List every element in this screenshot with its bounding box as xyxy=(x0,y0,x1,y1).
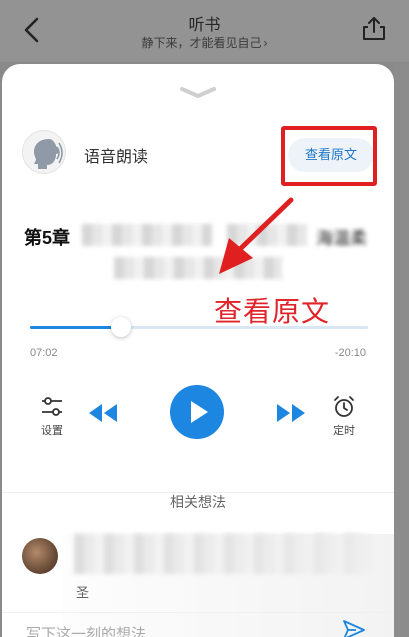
progress-fill xyxy=(30,326,122,329)
collapse-chevron-icon[interactable] xyxy=(178,84,218,100)
timer-label: 定时 xyxy=(333,425,355,437)
related-thoughts-title: 相关想法 xyxy=(170,494,226,510)
page-subtitle[interactable]: 静下来，才能看见自己 › xyxy=(0,34,409,51)
voice-avatar xyxy=(22,130,66,174)
progress-bar[interactable] xyxy=(30,326,368,329)
highlight-box xyxy=(281,126,377,186)
sliders-icon xyxy=(42,397,62,416)
chapter-title-tail: 海温柔 xyxy=(316,229,367,248)
play-button[interactable] xyxy=(170,385,224,439)
fast-forward-icon[interactable] xyxy=(276,402,306,424)
play-icon xyxy=(191,401,208,423)
subtitle-text: 静下来，才能看见自己 xyxy=(141,36,262,50)
settings-label: 设置 xyxy=(41,425,63,437)
timer-button[interactable]: 定时 xyxy=(324,394,364,438)
top-bar: 听书 静下来，才能看见自己 › xyxy=(0,0,409,62)
voice-name: 语音朗读 xyxy=(84,149,149,166)
alarm-clock-icon xyxy=(334,396,354,417)
chevron-right-icon: › xyxy=(263,36,268,50)
thought-input-placeholder: 写下这一刻的想法 xyxy=(26,626,147,637)
blurred-chapter-name xyxy=(82,224,212,246)
commenter-avatar[interactable] xyxy=(22,538,58,574)
settings-button[interactable]: 设置 xyxy=(32,394,72,438)
listen-sheet: 语音朗读 查看原文 第5章 海温柔 查看原文 07:02 -20:10 设置 定… xyxy=(2,64,394,637)
share-icon[interactable] xyxy=(361,14,387,42)
backdrop-edge xyxy=(394,64,409,637)
thought-input-bar[interactable]: 写下这一刻的想法 xyxy=(2,612,394,637)
send-icon[interactable] xyxy=(342,619,366,637)
rewind-icon[interactable] xyxy=(88,402,118,424)
page-title: 听书 xyxy=(188,17,221,34)
elapsed-time: 07:02 xyxy=(30,347,58,359)
chapter-title: 第5章 xyxy=(24,228,71,248)
progress-thumb[interactable] xyxy=(111,317,132,337)
annotation-text: 查看原文 xyxy=(214,296,331,327)
annotation-arrow-icon xyxy=(219,197,294,274)
remaining-time: -20:10 xyxy=(334,347,366,359)
speaking-head-icon xyxy=(34,139,63,169)
